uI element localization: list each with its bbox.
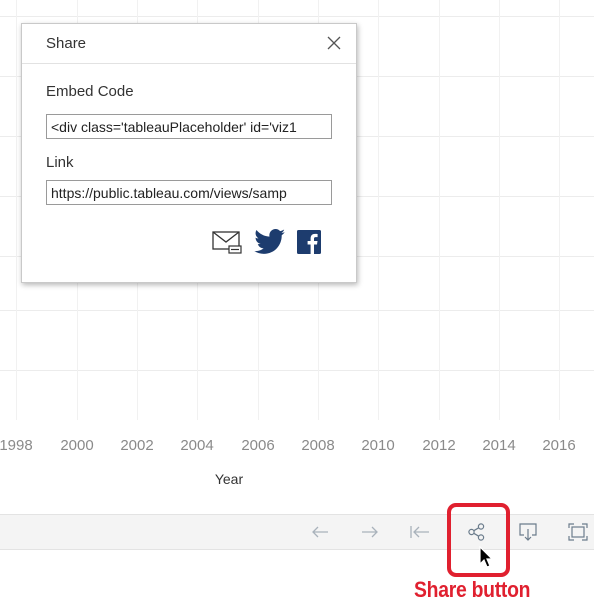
x-tick-label: 2002 — [120, 437, 154, 454]
link-label: Link — [46, 154, 74, 171]
x-tick-label: 2008 — [301, 437, 335, 454]
annotation-label: Share button — [414, 577, 531, 602]
gridline — [16, 0, 17, 420]
email-share-button[interactable] — [212, 229, 244, 255]
mouse-cursor-icon — [479, 546, 494, 568]
reset-icon — [410, 526, 429, 538]
forward-arrow-icon — [362, 526, 378, 538]
embed-code-label: Embed Code — [46, 83, 134, 100]
link-field[interactable] — [46, 180, 332, 205]
gridline — [439, 0, 440, 420]
x-tick-label: 2014 — [482, 437, 516, 454]
email-icon — [212, 231, 242, 254]
facebook-icon — [297, 230, 321, 254]
dialog-title: Share — [46, 35, 87, 52]
embed-code-field[interactable] — [46, 114, 332, 139]
gridline — [559, 0, 560, 420]
undo-button[interactable] — [300, 515, 340, 549]
close-button[interactable] — [322, 31, 346, 55]
revert-button[interactable] — [400, 515, 440, 549]
x-tick-label: 2000 — [60, 437, 94, 454]
fullscreen-icon — [568, 523, 588, 541]
x-tick-label: 2010 — [361, 437, 395, 454]
facebook-share-button[interactable] — [296, 229, 322, 255]
gridline — [378, 0, 379, 420]
x-axis-title: Year — [214, 471, 244, 487]
twitter-share-button[interactable] — [254, 229, 286, 255]
download-button[interactable] — [508, 515, 548, 549]
x-tick-label: 2012 — [422, 437, 456, 454]
x-tick-label: 2016 — [542, 437, 576, 454]
download-icon — [519, 523, 537, 541]
gridline — [499, 0, 500, 420]
x-axis: 1998 2000 2002 2004 2006 2008 2010 2012 … — [0, 420, 594, 490]
gridline — [0, 16, 594, 17]
back-arrow-icon — [312, 526, 328, 538]
redo-button[interactable] — [350, 515, 390, 549]
gridline — [0, 370, 594, 371]
share-dialog: Share Embed Code Link — [21, 23, 357, 283]
x-tick-label: 2004 — [180, 437, 214, 454]
x-tick-label: 1998 — [0, 437, 33, 454]
close-icon — [327, 36, 341, 50]
dialog-header: Share — [22, 24, 356, 64]
twitter-icon — [254, 229, 286, 254]
x-tick-label: 2006 — [241, 437, 275, 454]
gridline — [0, 310, 594, 311]
share-icons — [212, 227, 322, 257]
fullscreen-button[interactable] — [558, 515, 594, 549]
